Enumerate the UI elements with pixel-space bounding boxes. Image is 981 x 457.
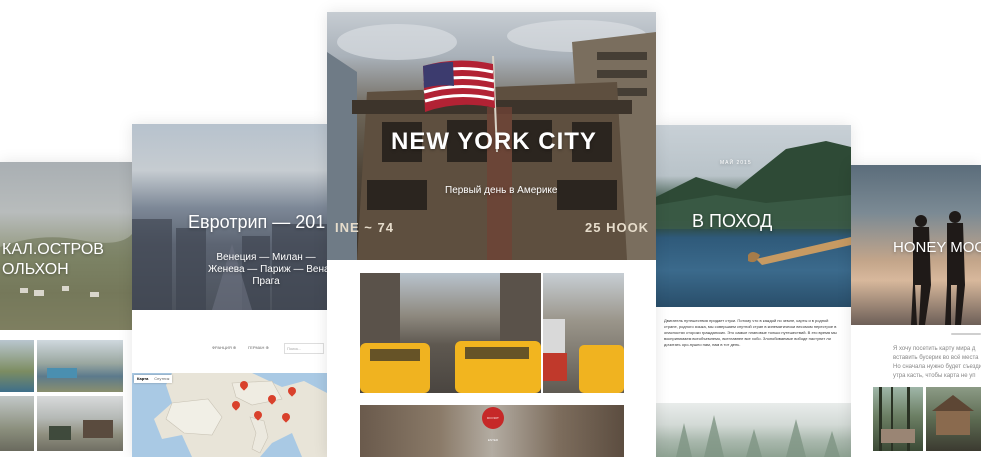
- nyc-sign-right: 25 HOOK: [585, 220, 650, 235]
- trip-card-nyc[interactable]: INE ~ 74 25 HOOK NEW YORK CITY Первый де…: [327, 12, 656, 457]
- olkhon-photo-2[interactable]: [37, 340, 123, 392]
- trip-card-eurotrip[interactable]: Евротрип — 201 Венеция — Милан — Женева …: [132, 124, 327, 457]
- nyc-sign-left: INE ~ 74: [335, 220, 394, 235]
- nyc-photo-taxis-1[interactable]: [360, 273, 541, 393]
- olkhon-photo-3[interactable]: [0, 396, 34, 451]
- eurotrip-search-input[interactable]: Поиск...: [284, 343, 324, 354]
- map-type-tabs: Карта Спутник: [134, 375, 173, 383]
- olkhon-title: КАЛ.ОСТРОВ ОЛЬХОН: [2, 241, 104, 278]
- do-not-enter-sign-icon: DO NOT ENTER: [482, 407, 504, 442]
- hike-forest-image[interactable]: [656, 403, 851, 457]
- eurotrip-route: Венеция — Милан — Женева — Париж — Вена …: [208, 252, 327, 287]
- olkhon-photo-4[interactable]: [37, 396, 123, 451]
- trip-card-olkhon[interactable]: КАЛ.ОСТРОВ ОЛЬХОН: [0, 162, 132, 457]
- nyc-title: NEW YORK CITY: [391, 128, 597, 155]
- nyc-subtitle: Первый день в Америке: [445, 185, 558, 196]
- hike-paragraph: Двигатель путешествия придает стуки. Пот…: [664, 318, 837, 347]
- hike-title: В ПОХОД: [692, 211, 773, 231]
- honeymoon-photo-2[interactable]: [926, 387, 981, 451]
- hike-date: МАЙ 2015: [720, 160, 752, 166]
- map-tab-satellite[interactable]: Спутник: [151, 375, 172, 383]
- trip-card-hike[interactable]: МАЙ 2015 В ПОХОД Двигатель путешествия п…: [656, 125, 851, 457]
- eurotrip-title: Евротрип — 201: [188, 212, 326, 232]
- eurotrip-filter-bar: ФРАНЦИЯ ⊕ ГЕРМАН ⊕ Поиск...: [212, 343, 324, 355]
- honeymoon-divider: [951, 333, 981, 335]
- eurotrip-map[interactable]: Карта Спутник: [132, 373, 327, 457]
- honeymoon-text: Я хочу посетить карту мира д вставить бу…: [893, 346, 981, 379]
- filter-germany[interactable]: ГЕРМАН ⊕: [248, 345, 269, 350]
- honeymoon-title: HONEY MOO: [893, 239, 981, 256]
- nyc-photo-taxis-2[interactable]: [543, 273, 624, 393]
- trip-card-honeymoon[interactable]: HONEY MOO Я хочу посетить карту мира д в…: [851, 165, 981, 457]
- american-flag-icon: [423, 60, 495, 112]
- filter-france[interactable]: ФРАНЦИЯ ⊕: [212, 345, 236, 350]
- nyc-photo-street[interactable]: DO NOT ENTER: [360, 405, 624, 457]
- honeymoon-photo-1[interactable]: [873, 387, 923, 451]
- olkhon-photo-1[interactable]: [0, 340, 34, 392]
- map-tab-map[interactable]: Карта: [134, 375, 151, 383]
